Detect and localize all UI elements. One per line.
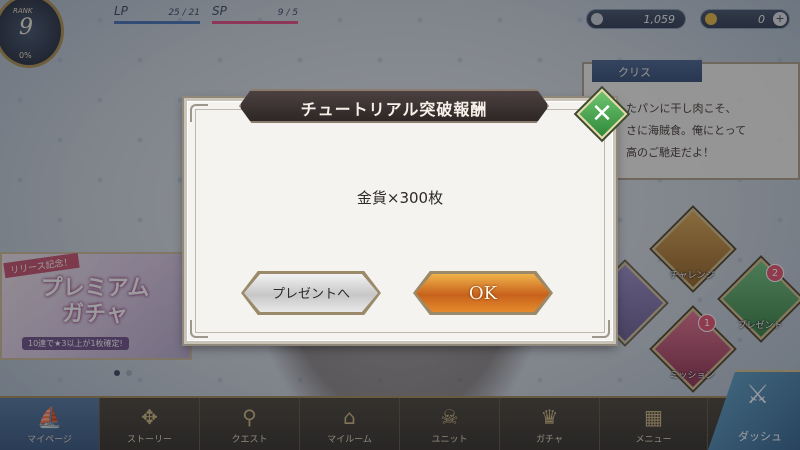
corner-ornament (592, 320, 610, 338)
corner-ornament (190, 104, 208, 122)
ok-button[interactable]: OK (413, 271, 553, 315)
reward-dialog: チュートリアル突破報酬 金貨×300枚 プレゼントへ OK (184, 89, 616, 344)
reward-text: 金貨×300枚 (356, 189, 444, 207)
ok-button-label: OK (468, 283, 498, 304)
dialog-title-plate: チュートリアル突破報酬 (239, 89, 549, 123)
present-button-label: プレゼントへ (271, 287, 350, 302)
go-to-present-button[interactable]: プレゼントへ (241, 271, 381, 315)
corner-ornament (190, 320, 208, 338)
close-icon[interactable]: ✕ (588, 96, 616, 132)
dialog-title: チュートリアル突破報酬 (300, 100, 488, 119)
